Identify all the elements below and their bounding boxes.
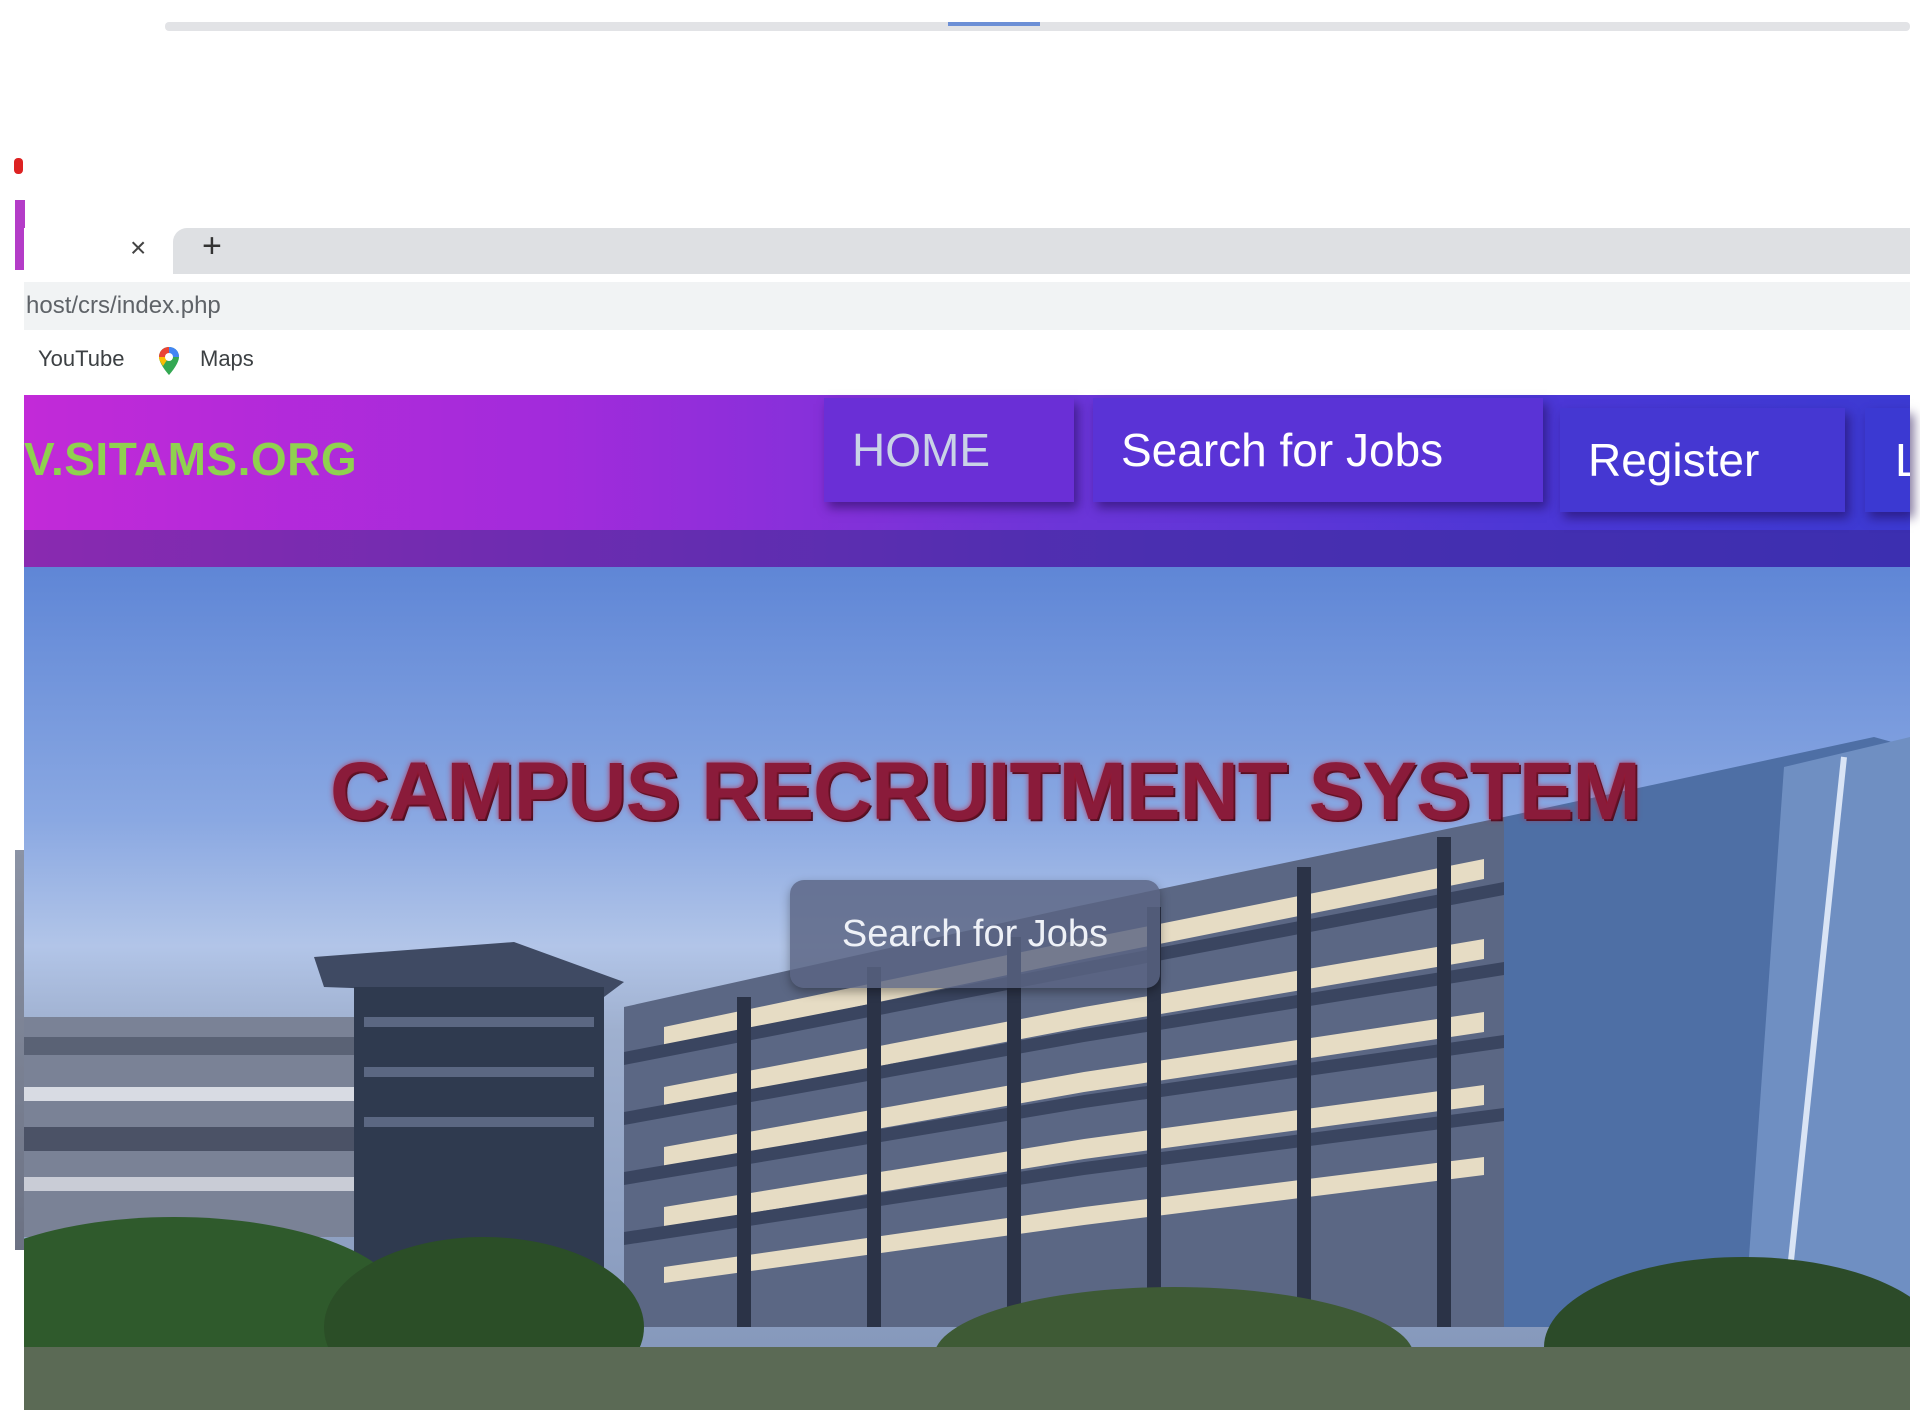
hero-banner [24,567,1910,1410]
address-url[interactable]: host/crs/index.php [26,292,221,320]
maps-pin-icon [159,347,179,375]
close-tab-icon[interactable]: × [130,230,146,266]
nav-register-label: Register [1588,434,1760,486]
nav-home[interactable]: HOME [824,398,1074,502]
site-brand[interactable]: V.SITAMS.ORG [24,432,357,486]
background-window-red-icon [14,158,23,174]
nav-search-jobs-label: Search for Jobs [1121,424,1444,476]
hero-search-jobs-button[interactable]: Search for Jobs [790,880,1160,988]
navbar-bottom-band [24,530,1910,568]
nav-login-partial-label: L [1895,434,1910,486]
nav-register[interactable]: Register [1560,408,1845,512]
bookmark-youtube[interactable]: YouTube [38,346,124,372]
new-tab-icon[interactable]: + [202,226,222,266]
active-tab[interactable] [24,228,174,274]
page-load-progress [948,22,1040,26]
hero-title: CAMPUS RECRUITMENT SYSTEM [330,746,1641,837]
hero-search-jobs-label: Search for Jobs [841,912,1109,955]
bookmark-maps[interactable]: Maps [200,346,254,372]
campus-building-image [24,737,1910,1410]
nav-login-partial[interactable]: L [1865,408,1910,512]
nav-search-jobs[interactable]: Search for Jobs [1093,398,1543,502]
nav-home-label: HOME [852,424,990,476]
tab-strip [173,228,1910,274]
address-bar[interactable] [24,282,1910,330]
